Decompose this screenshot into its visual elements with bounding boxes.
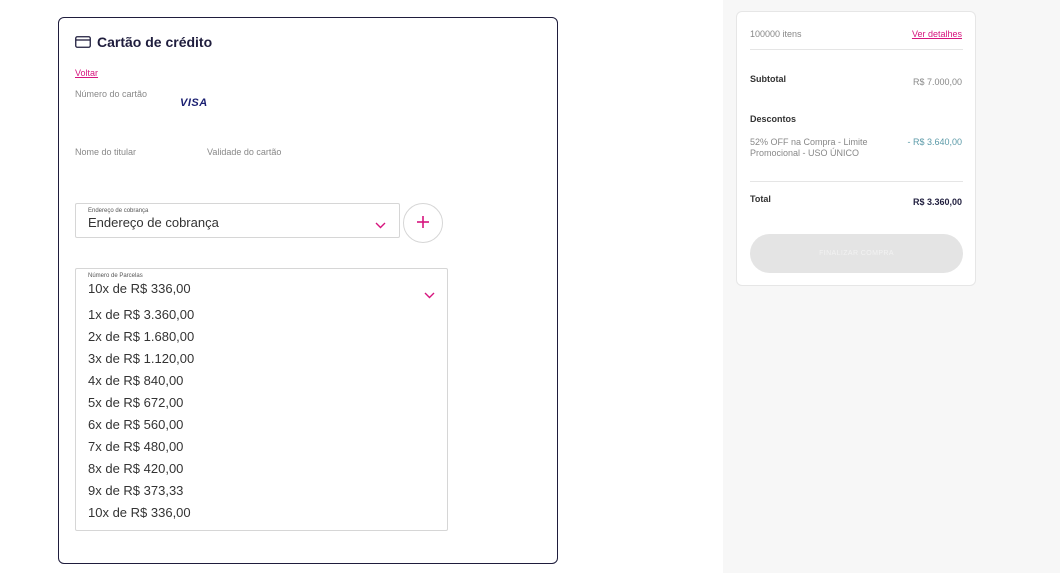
installment-option[interactable]: 3x de R$ 1.120,00 bbox=[88, 348, 194, 370]
card-number-label: Número do cartão bbox=[75, 89, 148, 99]
holder-name-label: Nome do titular bbox=[75, 147, 137, 157]
discounts-label: Descontos bbox=[750, 114, 797, 124]
page-title: Cartão de crédito bbox=[97, 34, 213, 50]
items-count: 100000 itens bbox=[750, 29, 802, 39]
discount-description: 52% OFF na Compra - Limite Promocional -… bbox=[750, 137, 868, 158]
installment-option[interactable]: 7x de R$ 480,00 bbox=[88, 436, 194, 458]
total-value: R$ 3.360,00 bbox=[912, 197, 962, 207]
installments-options: 1x de R$ 3.360,00 2x de R$ 1.680,00 3x d… bbox=[88, 304, 194, 524]
billing-address-select[interactable]: Endereço de cobrança Endereço de cobranç… bbox=[75, 203, 400, 238]
discount-value: - R$ 3.640,00 bbox=[907, 137, 962, 147]
plus-icon bbox=[416, 215, 430, 232]
installment-option[interactable]: 9x de R$ 373,33 bbox=[88, 480, 194, 502]
divider bbox=[750, 49, 963, 50]
installment-option[interactable]: 10x de R$ 336,00 bbox=[88, 502, 194, 524]
card-header: Cartão de crédito bbox=[75, 34, 212, 50]
installments-select[interactable]: Número de Parcelas 10x de R$ 336,00 bbox=[76, 269, 447, 303]
back-link[interactable]: Voltar bbox=[75, 68, 98, 78]
billing-address-float-label: Endereço de cobrança bbox=[88, 208, 149, 214]
chevron-down-icon bbox=[424, 286, 435, 304]
installment-option[interactable]: 1x de R$ 3.360,00 bbox=[88, 304, 194, 326]
installment-option[interactable]: 6x de R$ 560,00 bbox=[88, 414, 194, 436]
payment-card: Cartão de crédito Voltar Número do cartã… bbox=[58, 17, 558, 564]
expiry-label: Validade do cartão bbox=[207, 147, 282, 157]
divider bbox=[750, 181, 963, 182]
installment-option[interactable]: 2x de R$ 1.680,00 bbox=[88, 326, 194, 348]
view-details-link[interactable]: Ver detalhes bbox=[912, 29, 962, 39]
total-label: Total bbox=[750, 194, 771, 204]
visa-logo: VISA bbox=[180, 97, 208, 109]
finish-purchase-button[interactable]: FINALIZAR COMPRA bbox=[750, 234, 963, 273]
installments-float-label: Número de Parcelas bbox=[88, 273, 143, 279]
installments-dropdown: Número de Parcelas 10x de R$ 336,00 1x d… bbox=[75, 268, 448, 531]
subtotal-value: R$ 7.000,00 bbox=[912, 77, 962, 87]
subtotal-label: Subtotal bbox=[750, 74, 786, 84]
chevron-down-icon bbox=[375, 216, 386, 234]
order-summary: 100000 itens Ver detalhes Subtotal R$ 7.… bbox=[736, 11, 976, 286]
billing-address-value: Endereço de cobrança bbox=[88, 215, 219, 230]
installments-selected-value: 10x de R$ 336,00 bbox=[88, 281, 191, 296]
installment-option[interactable]: 5x de R$ 672,00 bbox=[88, 392, 194, 414]
add-address-button[interactable] bbox=[403, 203, 443, 243]
installment-option[interactable]: 8x de R$ 420,00 bbox=[88, 458, 194, 480]
credit-card-icon bbox=[75, 36, 91, 48]
installment-option[interactable]: 4x de R$ 840,00 bbox=[88, 370, 194, 392]
